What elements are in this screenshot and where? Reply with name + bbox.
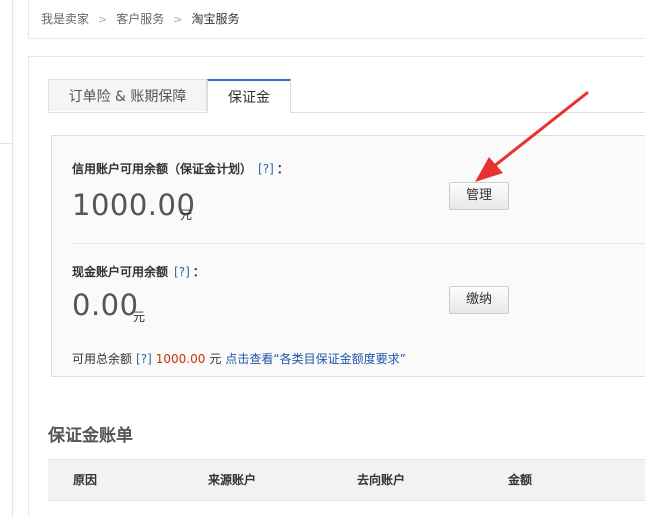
cash-colon: ： — [192, 265, 205, 279]
credit-colon: ： — [276, 162, 289, 176]
pay-button[interactable]: 缴纳 — [449, 286, 509, 314]
total-help-link[interactable]: [?] — [136, 352, 152, 366]
tab-order-insurance[interactable]: 订单险 & 账期保障 — [48, 79, 207, 111]
bill-table-header: 原因 来源账户 去向账户 金额 — [48, 459, 645, 501]
tab-bar: 订单险 & 账期保障 保证金 — [48, 79, 645, 113]
breadcrumb-separator: > — [173, 13, 183, 26]
credit-balance-label: 信用账户可用余额（保证金计划） — [72, 162, 253, 176]
tab-deposit[interactable]: 保证金 — [207, 79, 291, 113]
deposit-panel: 信用账户可用余额（保证金计划） [?]： 1000.00 元 管理 现金账户可用余… — [51, 135, 645, 377]
cash-balance-amount: 0.00 — [72, 288, 139, 322]
category-requirements-link[interactable]: 点击查看“各类目保证金额度要求” — [225, 352, 405, 366]
page: 我是卖家 > 客户服务 > 淘宝服务 订单险 & 账期保障 保证金 信用账户可用余额（保… — [0, 0, 645, 517]
total-balance-unit: 元 — [209, 352, 222, 366]
credit-balance-label-row: 信用账户可用余额（保证金计划） [?]： — [72, 160, 289, 177]
deposit-bill-title: 保证金账单 — [48, 426, 133, 446]
cash-balance-unit: 元 — [133, 310, 146, 324]
breadcrumb: 我是卖家 > 客户服务 > 淘宝服务 — [28, 0, 645, 39]
column-target-account: 去向账户 — [357, 473, 406, 487]
total-balance-row: 可用总余额 [?] 1000.00 元点击查看“各类目保证金额度要求” — [72, 350, 406, 367]
breadcrumb-item-seller[interactable]: 我是卖家 — [41, 12, 89, 26]
manage-button[interactable]: 管理 — [449, 182, 509, 210]
sidebar-divider — [0, 143, 12, 144]
credit-help-link[interactable]: [?] — [258, 162, 274, 176]
breadcrumb-separator: > — [98, 13, 108, 26]
main-content: 订单险 & 账期保障 保证金 信用账户可用余额（保证金计划） [?]： 1000.… — [28, 56, 645, 517]
breadcrumb-item-taobao-service: 淘宝服务 — [191, 12, 240, 26]
total-balance-label: 可用总余额 — [72, 352, 133, 366]
cash-help-link[interactable]: [?] — [174, 265, 190, 279]
total-balance-amount: 1000.00 — [155, 352, 206, 366]
credit-balance-amount: 1000.00 — [72, 188, 196, 222]
breadcrumb-item-customer-service[interactable]: 客户服务 — [116, 12, 164, 26]
column-amount: 金额 — [508, 473, 533, 487]
cash-balance-label: 现金账户可用余额 — [72, 265, 169, 279]
cash-balance-label-row: 现金账户可用余额 [?]： — [72, 263, 205, 280]
credit-balance-unit: 元 — [180, 208, 193, 222]
left-sidebar-edge — [0, 0, 13, 517]
column-source-account: 来源账户 — [208, 473, 257, 487]
section-divider — [72, 243, 645, 244]
column-reason: 原因 — [73, 473, 98, 487]
